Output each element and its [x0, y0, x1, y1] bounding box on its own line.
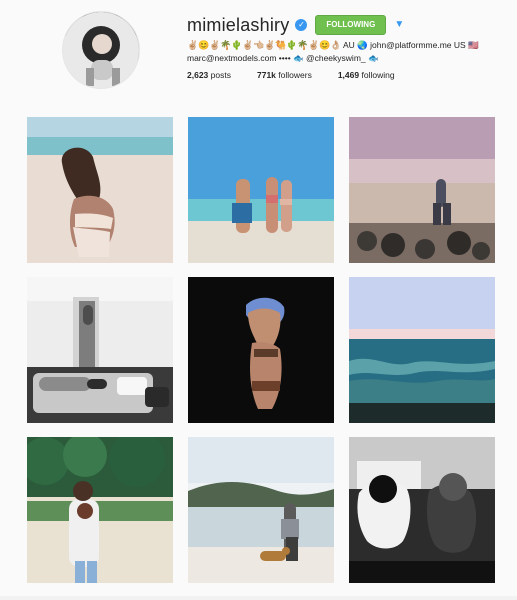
bio: ✌🏼😊✌🏼🌴🌵✌🏼👈🏼✌🏼🐫🌵🌴✌🏼😊👌🏼 AU 🌏 john@platform…	[187, 39, 497, 65]
username-row: mimielashiry ✓ FOLLOWING ▼	[187, 14, 404, 36]
following-count[interactable]: 1,469 following	[338, 70, 395, 80]
post-image	[27, 437, 173, 583]
post-image	[188, 277, 334, 423]
post-tile-bw-car[interactable]	[349, 437, 495, 583]
profile-stats: 2,623 posts 771k followers 1,469 followi…	[187, 70, 395, 80]
followers-count[interactable]: 771k followers	[257, 70, 312, 80]
post-image	[349, 437, 495, 583]
chevron-down-icon[interactable]: ▼	[394, 20, 404, 30]
post-tile-beach-portrait[interactable]	[27, 117, 173, 263]
posts-count[interactable]: 2,623 posts	[187, 70, 231, 80]
post-tile-rocky-beach-sunset[interactable]	[349, 117, 495, 263]
post-tile-beach-group[interactable]	[188, 117, 334, 263]
bio-contact-text: AU 🌏 john@platformme.me US 🇺🇸	[343, 40, 479, 50]
post-tile-ocean-waves[interactable]	[349, 277, 495, 423]
post-tile-beach-dog-walk[interactable]	[188, 437, 334, 583]
following-button[interactable]: FOLLOWING	[315, 15, 387, 35]
next-row-strip	[0, 596, 517, 600]
post-image	[349, 277, 495, 423]
post-image	[188, 117, 334, 263]
bio-line-1: ✌🏼😊✌🏼🌴🌵✌🏼👈🏼✌🏼🐫🌵🌴✌🏼😊👌🏼 AU 🌏 john@platform…	[187, 39, 497, 52]
profile-header: mimielashiry ✓ FOLLOWING ▼ ✌🏼😊✌🏼🌴🌵✌🏼👈🏼✌🏼…	[0, 0, 517, 104]
post-image	[27, 277, 173, 423]
bio-line-2: marc@nextmodels.com •••• 🐟 @cheekyswim_ …	[187, 53, 379, 63]
post-image	[188, 437, 334, 583]
avatar-image	[63, 12, 139, 88]
post-image	[349, 117, 495, 263]
username: mimielashiry	[187, 14, 290, 35]
post-tile-dog-trail[interactable]	[27, 437, 173, 583]
post-image	[27, 117, 173, 263]
bio-emojis: ✌🏼😊✌🏼🌴🌵✌🏼👈🏼✌🏼🐫🌵🌴✌🏼😊👌🏼	[187, 40, 342, 50]
post-tile-night-swimwear[interactable]	[188, 277, 334, 423]
avatar[interactable]	[62, 11, 140, 89]
post-tile-bw-bedroom[interactable]	[27, 277, 173, 423]
verified-badge-icon: ✓	[295, 19, 308, 31]
